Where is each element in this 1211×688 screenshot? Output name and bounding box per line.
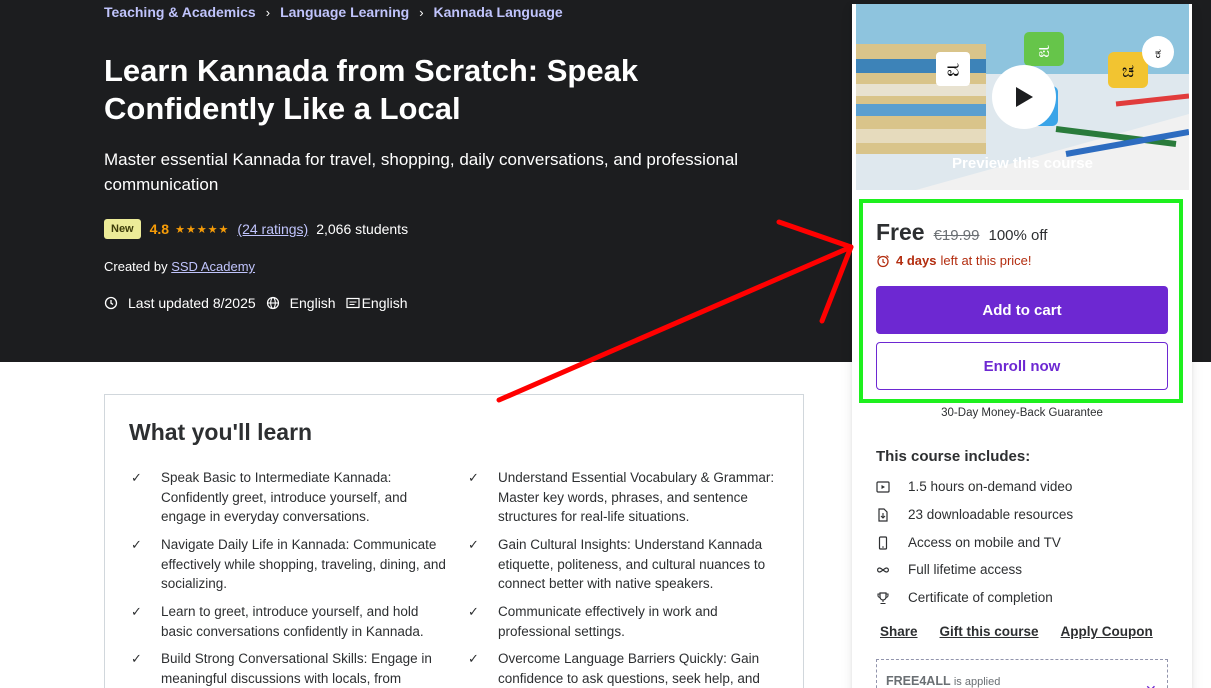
- red-arrow-annotation: [496, 219, 854, 403]
